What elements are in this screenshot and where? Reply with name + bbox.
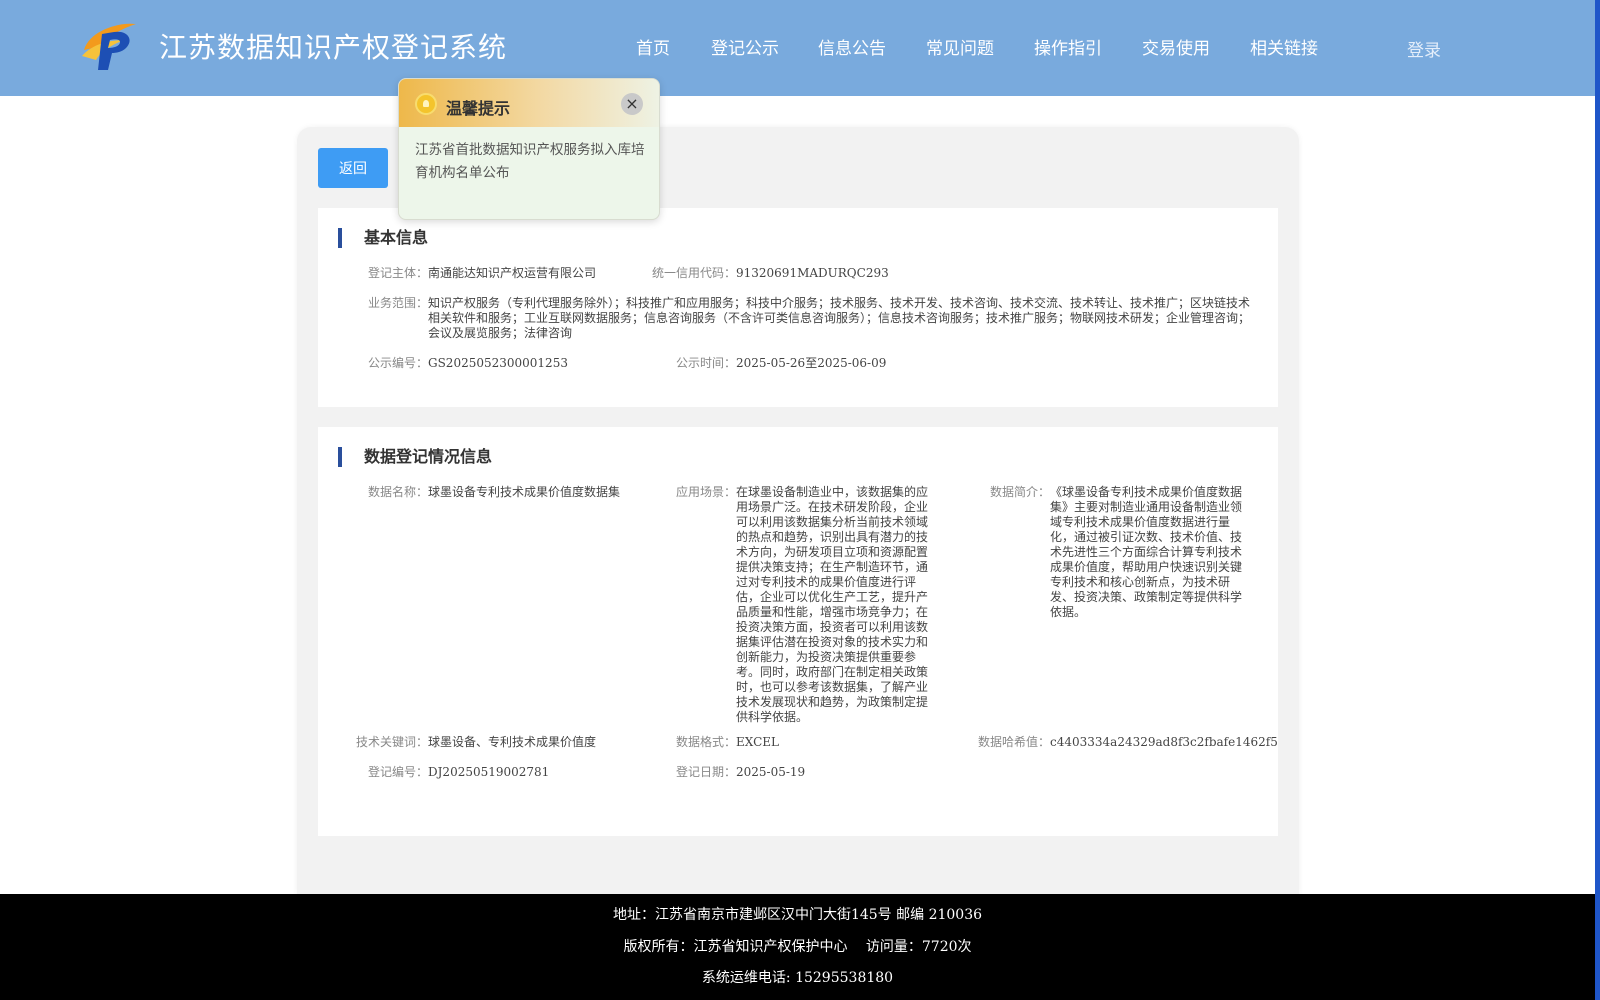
reg-date-label: 登记日期： <box>675 765 736 779</box>
login-link[interactable]: 登录 <box>1407 36 1441 61</box>
format-value: EXCEL <box>736 735 780 749</box>
pub-time-label: 公示时间： <box>675 356 736 370</box>
scene-value: 在球墨设备制造业中，该数据集的应用场景广泛。在技术研发阶段，企业可以利用该数据集… <box>736 485 929 724</box>
nav-item-links[interactable]: 相关链接 <box>1250 34 1318 59</box>
footer-phone: 系统运维电话: 15295538180 <box>701 970 894 986</box>
nav-item-faq[interactable]: 常见问题 <box>926 34 994 59</box>
nav-item-home[interactable]: 首页 <box>636 34 670 59</box>
keywords-label: 技术关键词： <box>355 735 428 749</box>
lightbulb-icon <box>415 93 437 115</box>
keywords-value: 球墨设备、专利技术成果价值度 <box>428 735 597 749</box>
hash-value: c4403334a24329ad8f3c2fbafe1462f5 <box>1050 735 1278 749</box>
nav-item-registration-publicity[interactable]: 登记公示 <box>711 34 779 59</box>
scope-label: 业务范围： <box>367 296 428 310</box>
data-info-title: 数据登记情况信息 <box>338 447 492 467</box>
intro-label: 数据简介： <box>989 485 1050 499</box>
intro-value: 《球墨设备专利技术成果价值度数据集》主要对制造业通用设备制造业领域专利技术成果价… <box>1050 485 1243 619</box>
subject-label: 登记主体： <box>367 266 428 280</box>
footer-copyright: 版权所有：江苏省知识产权保护中心 访问量：7720次 <box>623 939 972 955</box>
scope-value: 知识产权服务（专利代理服务除外）；科技推广和应用服务；科技中介服务；技术服务、技… <box>428 296 1251 340</box>
nav-item-guide[interactable]: 操作指引 <box>1034 34 1102 59</box>
pub-no-value: GS2025052300001253 <box>428 356 568 370</box>
format-label: 数据格式： <box>675 735 736 749</box>
page-scrollbar[interactable] <box>1595 0 1600 1000</box>
close-icon[interactable]: × <box>621 93 643 115</box>
notice-popup-header: 温馨提示 × <box>399 79 659 127</box>
site-header: 江苏数据知识产权登记系统 首页 登记公示 信息公告 常见问题 操作指引 交易使用… <box>0 0 1595 96</box>
nav-item-announcements[interactable]: 信息公告 <box>818 34 886 59</box>
site-footer: 地址：江苏省南京市建邺区汉中门大街145号 邮编 210036 版权所有：江苏省… <box>0 894 1595 1000</box>
scene-label: 应用场景： <box>675 485 736 499</box>
basic-info-title: 基本信息 <box>338 228 428 248</box>
nav-item-trading[interactable]: 交易使用 <box>1142 34 1210 59</box>
credit-code-value: 91320691MADURQC293 <box>736 266 889 280</box>
pub-no-label: 公示编号： <box>367 356 428 370</box>
pub-time-value: 2025-05-26至2025-06-09 <box>736 356 887 370</box>
credit-code-label: 统一信用代码： <box>651 266 736 280</box>
data-name-value: 球墨设备专利技术成果价值度数据集 <box>428 485 621 499</box>
data-info-card: 数据登记情况信息 数据名称： 球墨设备专利技术成果价值度数据集 应用场景： 在球… <box>318 427 1278 836</box>
notice-popup: 温馨提示 × 江苏省首批数据知识产权服务拟入库培育机构名单公布 <box>398 78 660 220</box>
site-title[interactable]: 江苏数据知识产权登记系统 <box>159 26 507 66</box>
notice-popup-link[interactable]: 江苏省首批数据知识产权服务拟入库培育机构名单公布 <box>415 139 647 185</box>
site-logo-icon[interactable] <box>80 20 140 72</box>
reg-date-value: 2025-05-19 <box>736 765 806 779</box>
back-button[interactable]: 返回 <box>318 148 388 188</box>
notice-popup-title: 温馨提示 <box>446 99 511 118</box>
subject-value: 南通能达知识产权运营有限公司 <box>428 266 597 280</box>
reg-no-label: 登记编号： <box>367 765 428 779</box>
reg-no-value: DJ20250519002781 <box>428 765 550 779</box>
data-name-label: 数据名称： <box>367 485 428 499</box>
hash-label: 数据哈希值： <box>977 735 1050 749</box>
basic-info-card: 基本信息 登记主体： 南通能达知识产权运营有限公司 统一信用代码： 913206… <box>318 208 1278 407</box>
footer-address: 地址：江苏省南京市建邺区汉中门大街145号 邮编 210036 <box>612 907 983 923</box>
